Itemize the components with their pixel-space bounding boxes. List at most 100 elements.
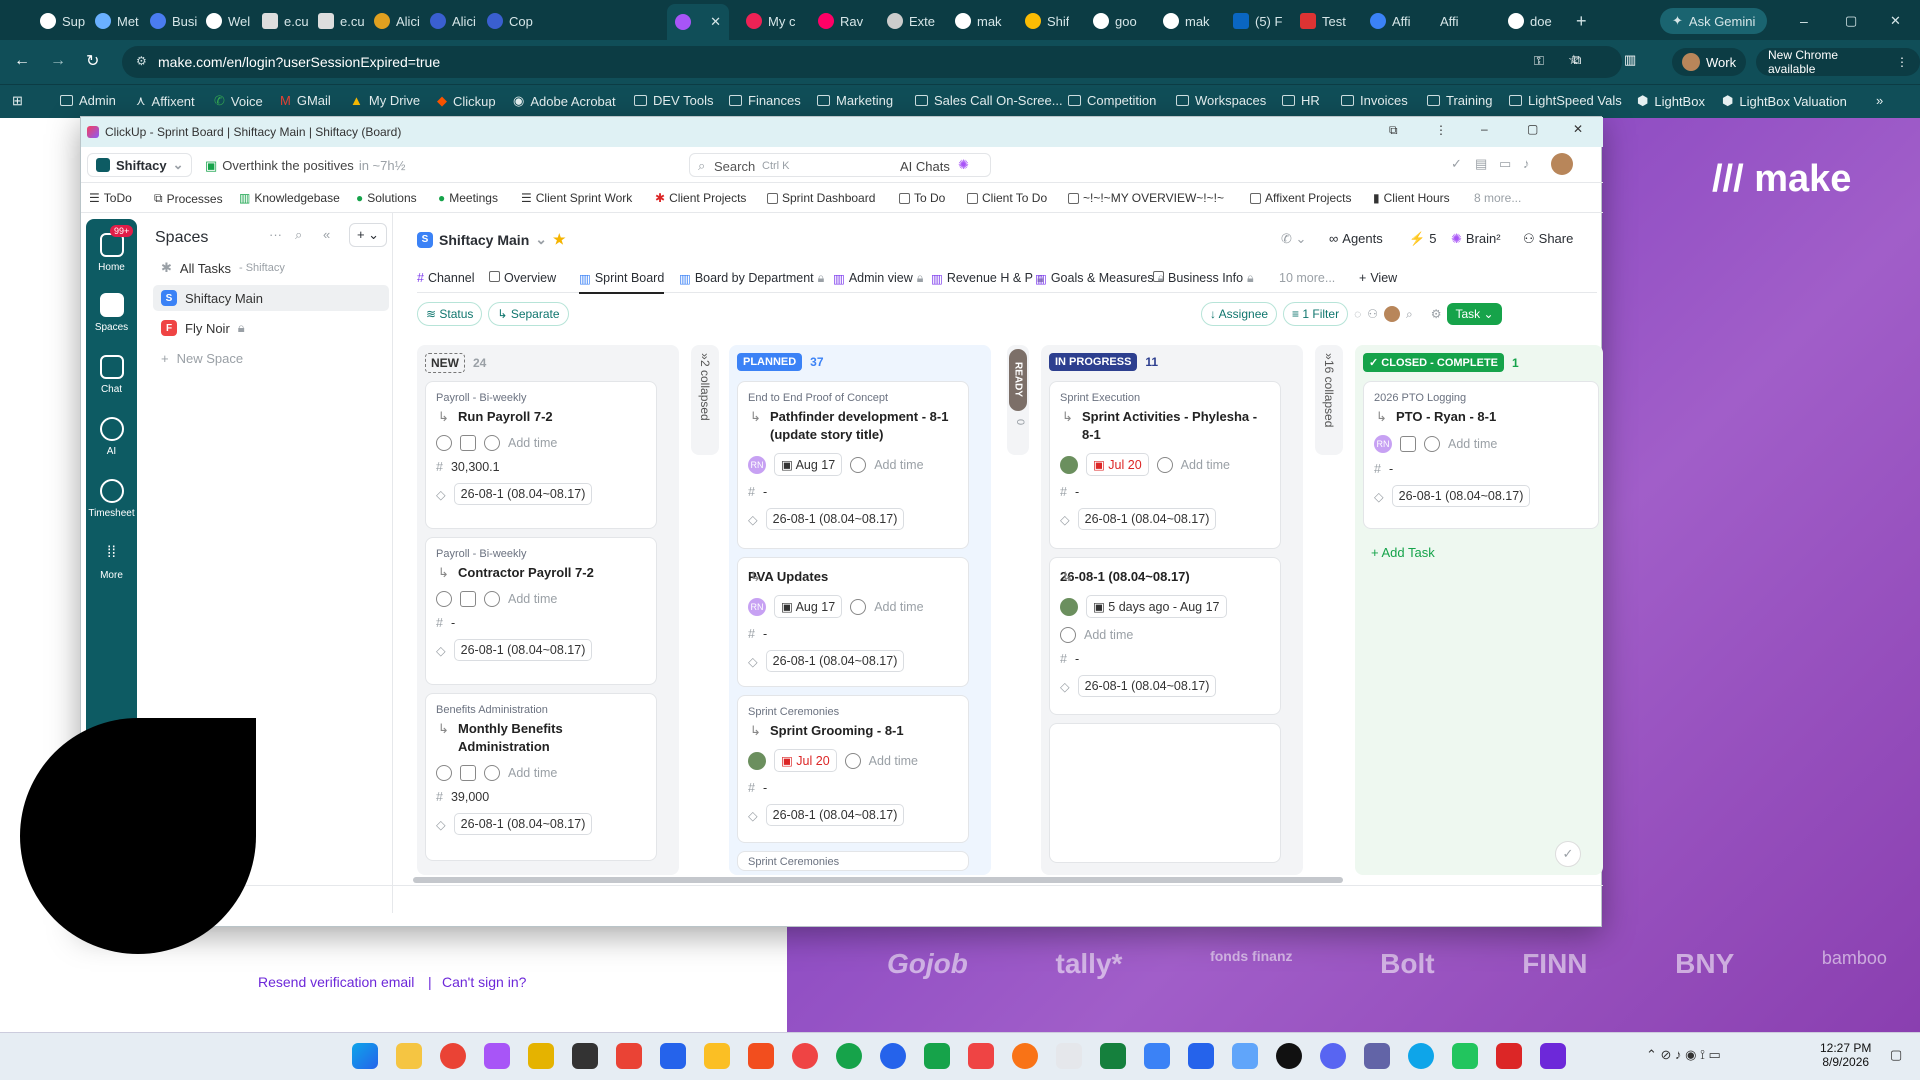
- extensions-icon[interactable]: ⧉: [1389, 123, 1398, 138]
- due-date[interactable]: ▣ 5 days ago - Aug 17: [1086, 595, 1227, 618]
- notification-icon[interactable]: ▢: [1890, 1047, 1902, 1063]
- task-card[interactable]: Payroll - Bi-weekly Contractor Payroll 7…: [425, 537, 657, 685]
- ellipsis-icon[interactable]: ···: [269, 227, 282, 242]
- task-title[interactable]: Pathfinder development - 8-1 (update sto…: [748, 408, 958, 444]
- browser-tab[interactable]: Met: [95, 8, 139, 34]
- app-icon[interactable]: [880, 1043, 906, 1069]
- browser-tab[interactable]: Rav: [818, 8, 863, 34]
- collapsed-group[interactable]: » 16 collapsed: [1315, 345, 1343, 455]
- back-arrow-icon[interactable]: ←: [14, 52, 30, 70]
- check-circle-icon[interactable]: ✓: [1451, 156, 1462, 172]
- due-date[interactable]: ▣ Aug 17: [774, 453, 843, 476]
- bookmark-item[interactable]: ⬢ LightBox Valuation: [1722, 93, 1847, 109]
- favorite-item[interactable]: ☰ ToDo: [89, 191, 132, 205]
- task-title[interactable]: Sprint Activities - Phylesha - 8-1: [1060, 408, 1270, 444]
- bookmark-item[interactable]: Sales Call On-Scree...: [915, 93, 1063, 108]
- brain-button[interactable]: ✺ Brain²: [1451, 231, 1501, 247]
- browser-tab[interactable]: e.cu: [318, 8, 365, 34]
- phone-icon[interactable]: ✆ ⌄: [1281, 231, 1306, 247]
- task-title[interactable]: Contractor Payroll 7-2: [436, 564, 646, 582]
- favorite-item[interactable]: ✱ Client Projects: [655, 191, 746, 205]
- rail-timesheet[interactable]: Timesheet: [86, 479, 137, 519]
- favorite-item[interactable]: ▮ Client Hours: [1373, 191, 1450, 205]
- rail-ai[interactable]: AI: [86, 417, 137, 457]
- quickbooks-icon[interactable]: [836, 1043, 862, 1069]
- clickup-taskbar-icon[interactable]: [484, 1043, 510, 1069]
- browser-tab[interactable]: Wel: [206, 8, 250, 34]
- calendar-icon[interactable]: [1400, 436, 1416, 452]
- tab-revenue[interactable]: ▥ Revenue H & P 🔒︎: [931, 271, 1044, 286]
- browser-tab-active[interactable]: ✕: [667, 4, 729, 40]
- teams-icon[interactable]: [1364, 1043, 1390, 1069]
- browser-tab[interactable]: Shif: [1025, 8, 1069, 34]
- task-title[interactable]: PVA Updates: [748, 568, 958, 586]
- microphone-icon[interactable]: ♪: [1523, 156, 1530, 171]
- figma-icon[interactable]: [748, 1043, 774, 1069]
- tab-sprint-board[interactable]: ▥ Sprint Board: [579, 271, 665, 294]
- task-card[interactable]: PVA Updates RN ▣ Aug 17 Add time #- ◇ 26-08…: [737, 557, 969, 687]
- assignee-icon[interactable]: [436, 435, 452, 451]
- bookmark-item[interactable]: ◆ Clickup: [437, 93, 496, 109]
- new-tab-button[interactable]: +: [1576, 8, 1587, 34]
- whatsapp-icon[interactable]: [1452, 1043, 1478, 1069]
- bookmark-item[interactable]: Workspaces: [1176, 93, 1266, 108]
- tab-overview[interactable]: Overview: [489, 271, 556, 285]
- tab-close-icon[interactable]: ✕: [710, 14, 721, 30]
- app-icon[interactable]: [1540, 1043, 1566, 1069]
- task-number-field[interactable]: -: [451, 616, 455, 630]
- browser-tab[interactable]: Affi: [1370, 8, 1411, 34]
- task-title[interactable]: 26-08-1 (08.04~08.17): [1060, 568, 1270, 586]
- sidebar-item-all-tasks[interactable]: ✱ All Tasks - Shiftacy: [153, 255, 389, 281]
- gmail-icon[interactable]: [616, 1043, 642, 1069]
- app-icon[interactable]: [792, 1043, 818, 1069]
- favorite-item[interactable]: ▥ Knowledgebase: [239, 191, 340, 205]
- due-date[interactable]: ▣ Jul 20: [774, 749, 837, 772]
- calendar-icon[interactable]: [460, 435, 476, 451]
- task-card[interactable]: 2026 PTO Logging PTO - Ryan - 8-1 RN Add …: [1363, 381, 1599, 529]
- task-number-field[interactable]: -: [763, 485, 767, 499]
- browser-tab[interactable]: e.cu: [262, 8, 309, 34]
- task-title[interactable]: Sprint Grooming - 8-1: [748, 722, 958, 740]
- close-window-button[interactable]: ✕: [1573, 122, 1583, 136]
- due-date[interactable]: ▣ Jul 20: [1086, 453, 1149, 476]
- tab-board-by-department[interactable]: ▥ Board by Department 🔒︎: [679, 271, 824, 286]
- add-task-button[interactable]: Task ⌄: [1447, 303, 1502, 325]
- task-title[interactable]: Monthly Benefits Administration: [436, 720, 646, 756]
- task-card[interactable]: 26-08-1 (08.04~08.17) ▣ 5 days ago - Aug…: [1049, 557, 1281, 715]
- add-time-button[interactable]: Add time: [508, 766, 557, 780]
- task-number-field[interactable]: -: [1389, 462, 1393, 476]
- app-icon[interactable]: [1232, 1043, 1258, 1069]
- play-icon[interactable]: [1156, 456, 1173, 473]
- tab-goals-measures[interactable]: ▥ Goals & Measures 🔒︎: [1035, 271, 1164, 286]
- forward-arrow-icon[interactable]: →: [50, 52, 66, 70]
- task-title[interactable]: Run Payroll 7-2: [436, 408, 646, 426]
- bookmark-item[interactable]: DEV Tools: [634, 93, 713, 108]
- task-number-field[interactable]: -: [1075, 652, 1079, 666]
- task-card[interactable]: Sprint Execution Sprint Activities - Phy…: [1049, 381, 1281, 549]
- check-circle-icon[interactable]: ✓: [1555, 841, 1581, 867]
- sidebar-item-shiftacy-main[interactable]: S Shiftacy Main: [153, 285, 389, 311]
- sprint-tag[interactable]: 26-08-1 (08.04~08.17): [453, 483, 593, 505]
- bookmark-item[interactable]: Competition: [1068, 93, 1156, 108]
- bookmark-item[interactable]: ⋏ Affixent: [136, 93, 195, 109]
- add-time-button[interactable]: Add time: [1181, 458, 1230, 472]
- assignee-avatar[interactable]: [748, 751, 766, 770]
- new-space-button[interactable]: + New Space: [153, 345, 389, 371]
- task-card[interactable]: Sprint Ceremonies Sprint Grooming - 8-1 …: [737, 695, 969, 843]
- ask-gemini-button[interactable]: ✦ Ask Gemini: [1660, 8, 1768, 34]
- bookmark-item[interactable]: HR: [1282, 93, 1320, 108]
- discord-icon[interactable]: [1320, 1043, 1346, 1069]
- ai-chats-button[interactable]: AI Chats: [900, 159, 950, 174]
- space-title[interactable]: S Shiftacy Main ⌄ ★: [417, 231, 566, 248]
- bookmark-item[interactable]: M GMail: [280, 93, 331, 108]
- user-avatar[interactable]: [1551, 153, 1573, 175]
- favorite-item[interactable]: ~!~!~MY OVERVIEW~!~!~: [1068, 191, 1224, 205]
- sprint-tag[interactable]: 26-08-1 (08.04~08.17): [765, 804, 905, 826]
- maximize-button[interactable]: ▢: [1527, 122, 1538, 136]
- task-card-partial[interactable]: Sprint Ceremonies: [737, 851, 969, 871]
- share-button[interactable]: ⚇ Share: [1523, 231, 1573, 247]
- sprint-tag[interactable]: 26-08-1 (08.04~08.17): [1077, 508, 1217, 530]
- rail-chat[interactable]: Chat: [86, 355, 137, 395]
- browser-tab[interactable]: mak: [955, 8, 1002, 34]
- status-message[interactable]: ▣ Overthink the positives in ~7h½: [205, 158, 405, 174]
